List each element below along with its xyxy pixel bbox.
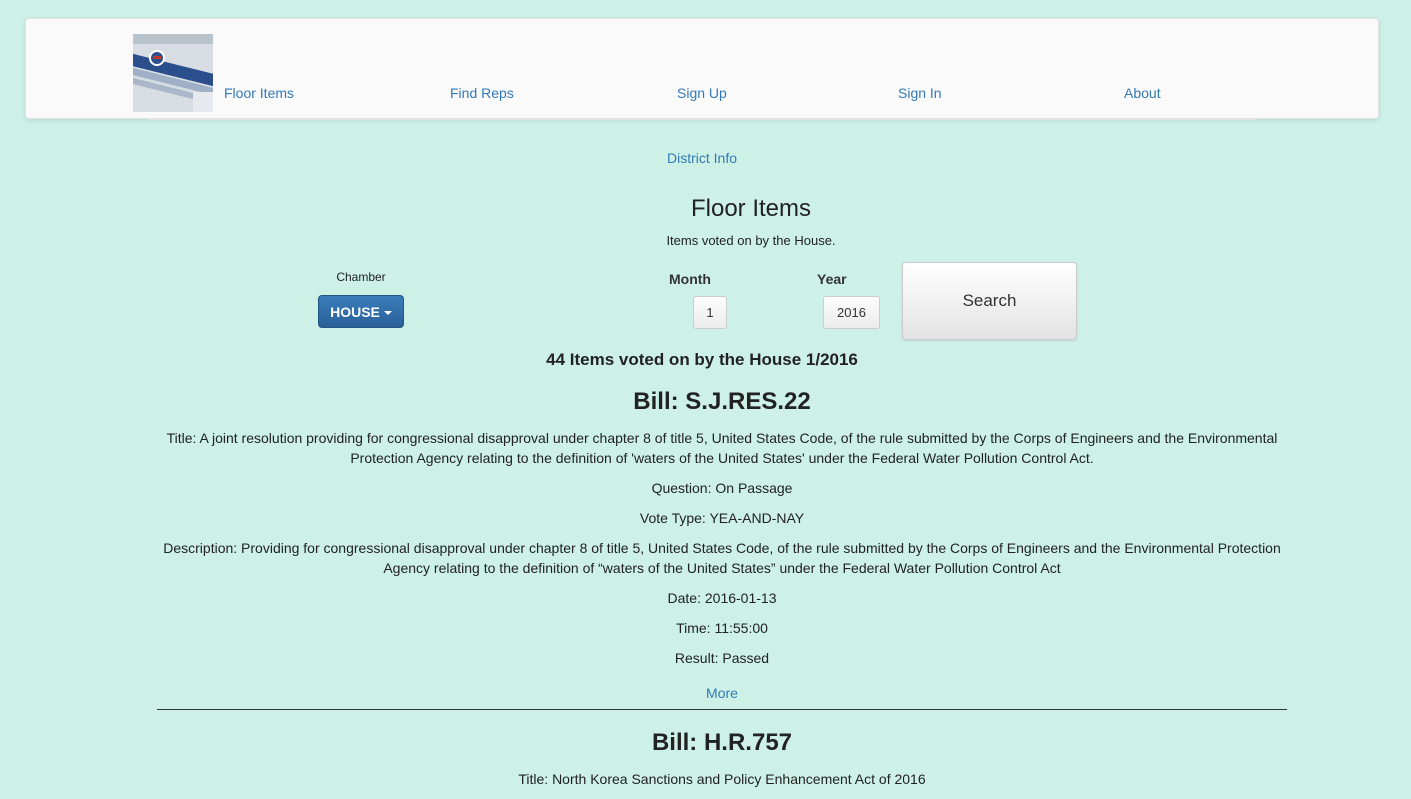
bill-question: Question: On Passage (651, 480, 793, 496)
bill-heading: Bill: H.R.757 (651, 729, 793, 756)
nav-find-reps[interactable]: Find Reps (450, 85, 514, 101)
nav-sign-in[interactable]: Sign In (898, 85, 942, 101)
top-navbar: Floor Items Find Reps Sign Up Sign In Ab… (25, 18, 1379, 120)
bill-result: Result: Passed (674, 650, 770, 666)
bill-more-link[interactable]: More (706, 685, 738, 701)
bill-time: Time: 11:55:00 (676, 620, 768, 636)
year-input[interactable] (823, 296, 880, 329)
site-logo[interactable] (133, 34, 213, 112)
district-info-link[interactable]: District Info (0, 150, 1404, 166)
chamber-value: HOUSE (330, 303, 380, 320)
nav-about[interactable]: About (1124, 85, 1161, 101)
bill-date: Date: 2016-01-13 (667, 590, 777, 606)
bill-item: Bill: H.R.757 Title: North Korea Sanctio… (155, 729, 1289, 799)
bill-vote-type: Vote Type: YEA-AND-NAY (639, 510, 805, 526)
result-count: 44 Items voted on by the House 1/2016 (546, 350, 858, 369)
page-title: Floor Items (690, 195, 812, 222)
chamber-label: Chamber (336, 270, 386, 284)
bill-item: Bill: S.J.RES.22 Title: A joint resoluti… (155, 388, 1289, 701)
month-label: Month (669, 271, 711, 287)
bill-title-text: Title: North Korea Sanctions and Policy … (518, 771, 926, 787)
year-label: Year (817, 271, 847, 287)
page-subtitle: Items voted on by the House. (666, 233, 836, 248)
nav-sign-up[interactable]: Sign Up (677, 85, 727, 101)
bill-description: Description: Providing for congressional… (163, 540, 1281, 576)
bill-title-text: Title: A joint resolution providing for … (166, 430, 1278, 466)
search-button[interactable]: Search (902, 262, 1077, 340)
chamber-dropdown-button[interactable]: HOUSE (318, 295, 404, 328)
nav-divider (148, 119, 1256, 120)
month-input[interactable] (693, 296, 727, 329)
nav-floor-items[interactable]: Floor Items (224, 85, 294, 101)
caret-down-icon (383, 310, 392, 315)
bill-divider (157, 709, 1287, 710)
bill-heading: Bill: S.J.RES.22 (633, 388, 811, 415)
